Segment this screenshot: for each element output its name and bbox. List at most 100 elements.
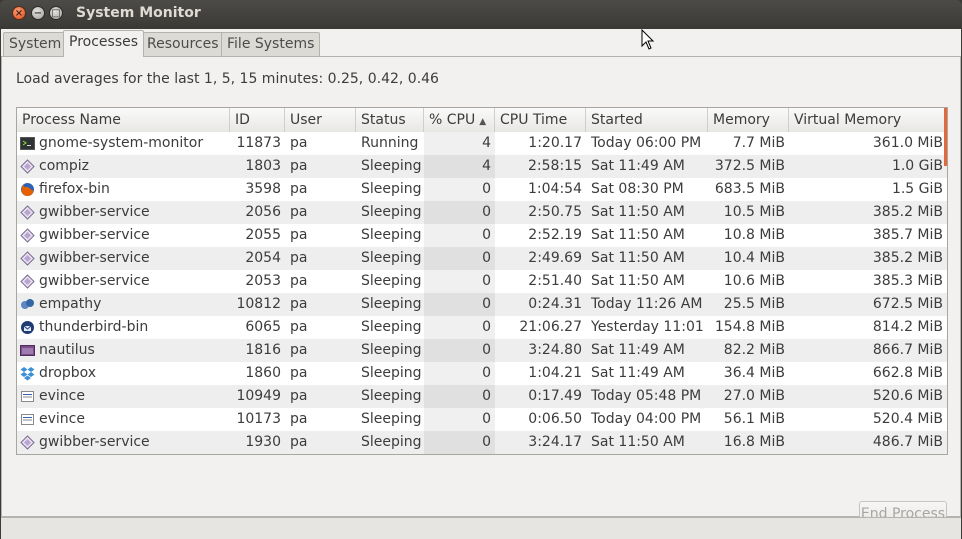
tab-bar: System Processes Resources File Systems bbox=[1, 29, 961, 57]
mouse-pointer-icon bbox=[641, 29, 655, 50]
process-name-label: gwibber-service bbox=[39, 434, 150, 450]
cell-virtual-memory: 866.7 MiB bbox=[872, 342, 943, 358]
cell-user: pa bbox=[290, 181, 308, 197]
table-row[interactable]: evince 10949 pa Sleeping 0 0:17.49 Today 05:48… bbox=[17, 385, 947, 408]
cell-user: pa bbox=[290, 227, 308, 243]
table-row[interactable]: thunderbird-bin 6065 pa Sleeping 0 21:06.27 Ye… bbox=[17, 316, 947, 339]
cell-cpu: 4 bbox=[424, 132, 495, 155]
table-row[interactable]: gwibber-service 2055 pa Sleeping 0 2:52.19 Sat… bbox=[17, 224, 947, 247]
cell-name: empathy bbox=[17, 293, 230, 316]
table-row[interactable]: gwibber-service 2056 pa Sleeping 0 2:50.75 Sat… bbox=[17, 201, 947, 224]
cell-user: pa bbox=[290, 319, 308, 335]
column-header-status[interactable]: Status bbox=[356, 108, 424, 132]
cell-id: 2054 bbox=[245, 250, 281, 266]
column-header-cpu[interactable]: % CPU ▲ bbox=[424, 108, 495, 132]
cell-started: Sat 11:49 AM bbox=[591, 365, 685, 381]
cell-user: pa bbox=[290, 411, 308, 427]
cell-cpu-time: 21:06.27 bbox=[519, 319, 582, 335]
cell-status: Sleeping bbox=[361, 388, 422, 404]
evince-icon bbox=[20, 412, 35, 427]
cell-id: 1860 bbox=[245, 365, 281, 381]
diamond-icon bbox=[20, 435, 35, 450]
cell-memory: 154.8 MiB bbox=[714, 319, 785, 335]
tab-resources[interactable]: Resources bbox=[141, 32, 225, 56]
process-name-label: gwibber-service bbox=[39, 204, 150, 220]
cell-virtual-memory: 672.5 MiB bbox=[872, 296, 943, 312]
cell-started: Today 11:26 AM bbox=[591, 296, 703, 312]
cell-cpu-time: 2:50.75 bbox=[528, 204, 582, 220]
tab-file-systems[interactable]: File Systems bbox=[221, 32, 321, 56]
evince-icon bbox=[20, 389, 35, 404]
cell-id: 2056 bbox=[245, 204, 281, 220]
table-row[interactable]: firefox-bin 3598 pa Sleeping 0 1:04:54 Sat 08:… bbox=[17, 178, 947, 201]
cell-cpu: 0 bbox=[424, 431, 495, 454]
table-row[interactable]: compiz 1803 pa Sleeping 4 2:58:15 Sat 11:49 AM… bbox=[17, 155, 947, 178]
cell-status: Sleeping bbox=[361, 319, 422, 335]
cell-user: pa bbox=[290, 204, 308, 220]
cell-status: Running bbox=[361, 135, 419, 151]
cell-status: Sleeping bbox=[361, 250, 422, 266]
process-name-label: compiz bbox=[39, 158, 90, 174]
cell-memory: 10.8 MiB bbox=[723, 227, 785, 243]
column-header-virtual-memory[interactable]: Virtual Memory bbox=[789, 108, 947, 132]
tab-processes[interactable]: Processes bbox=[63, 30, 145, 57]
column-header-cpu-time[interactable]: CPU Time bbox=[495, 108, 586, 132]
cell-cpu: 0 bbox=[424, 247, 495, 270]
cell-cpu-time: 0:24.31 bbox=[528, 296, 582, 312]
tab-system[interactable]: System bbox=[3, 32, 68, 56]
table-row[interactable]: nautilus 1816 pa Sleeping 0 3:24.80 Sat 11:49 … bbox=[17, 339, 947, 362]
column-header-started[interactable]: Started bbox=[586, 108, 708, 132]
cell-status: Sleeping bbox=[361, 181, 422, 197]
process-name-label: empathy bbox=[39, 296, 102, 312]
column-header-process-name[interactable]: Process Name bbox=[17, 108, 230, 132]
cell-id: 1816 bbox=[245, 342, 281, 358]
scroll-indicator[interactable] bbox=[944, 108, 947, 166]
cell-cpu: 4 bbox=[424, 155, 495, 178]
cell-name: gwibber-service bbox=[17, 201, 230, 224]
column-header-id[interactable]: ID bbox=[230, 108, 285, 132]
cell-user: pa bbox=[290, 158, 308, 174]
cell-status: Sleeping bbox=[361, 227, 422, 243]
table-row[interactable]: gnome-system-monitor 11873 pa Running 4 1:20.… bbox=[17, 132, 947, 155]
minimize-window-button[interactable]: − bbox=[31, 6, 45, 20]
title-bar: × − □ System Monitor bbox=[0, 0, 962, 29]
cell-started: Sat 08:30 PM bbox=[591, 181, 684, 197]
cell-virtual-memory: 1.5 GiB bbox=[891, 181, 943, 197]
table-row[interactable]: gwibber-service 2053 pa Sleeping 0 2:51.40 Sat… bbox=[17, 270, 947, 293]
table-row[interactable]: gwibber-service 1930 pa Sleeping 0 3:24.17 Sat… bbox=[17, 431, 947, 454]
cell-memory: 10.6 MiB bbox=[723, 273, 785, 289]
column-header-memory[interactable]: Memory bbox=[708, 108, 789, 132]
cell-user: pa bbox=[290, 135, 308, 151]
table-row[interactable]: gwibber-service 2054 pa Sleeping 0 2:49.69 Sat… bbox=[17, 247, 947, 270]
cell-status: Sleeping bbox=[361, 204, 422, 220]
diamond-icon bbox=[20, 274, 35, 289]
status-bar bbox=[1, 517, 961, 539]
process-name-label: firefox-bin bbox=[39, 181, 110, 197]
cell-cpu: 0 bbox=[424, 362, 495, 385]
column-header-label: Memory bbox=[713, 112, 770, 128]
cell-user: pa bbox=[290, 342, 308, 358]
table-row[interactable]: evince 10173 pa Sleeping 0 0:06.50 Today 04:00… bbox=[17, 408, 947, 431]
cell-cpu: 0 bbox=[424, 339, 495, 362]
column-header-user[interactable]: User bbox=[285, 108, 356, 132]
firefox-icon bbox=[20, 182, 35, 197]
maximize-window-button[interactable]: □ bbox=[49, 6, 63, 20]
cell-name: compiz bbox=[17, 155, 230, 178]
cell-user: pa bbox=[290, 434, 308, 450]
cell-virtual-memory: 520.6 MiB bbox=[872, 388, 943, 404]
cell-status: Sleeping bbox=[361, 296, 422, 312]
cell-cpu: 0 bbox=[424, 178, 495, 201]
terminal-icon bbox=[20, 136, 35, 151]
cell-virtual-memory: 385.7 MiB bbox=[872, 227, 943, 243]
cell-cpu-time: 1:20.17 bbox=[528, 135, 582, 151]
cell-cpu-time: 2:52.19 bbox=[528, 227, 582, 243]
cell-status: Sleeping bbox=[361, 158, 422, 174]
process-name-label: gwibber-service bbox=[39, 273, 150, 289]
close-window-button[interactable]: × bbox=[12, 6, 26, 20]
table-row[interactable]: empathy 10812 pa Sleeping 0 0:24.31 Today 11:2… bbox=[17, 293, 947, 316]
sort-ascending-icon: ▲ bbox=[479, 117, 487, 127]
cell-virtual-memory: 486.7 MiB bbox=[872, 434, 943, 450]
column-header-label: CPU Time bbox=[500, 112, 568, 128]
table-row[interactable]: dropbox 1860 pa Sleeping 0 1:04.21 Sat 11:49 A… bbox=[17, 362, 947, 385]
cell-memory: 683.5 MiB bbox=[714, 181, 785, 197]
